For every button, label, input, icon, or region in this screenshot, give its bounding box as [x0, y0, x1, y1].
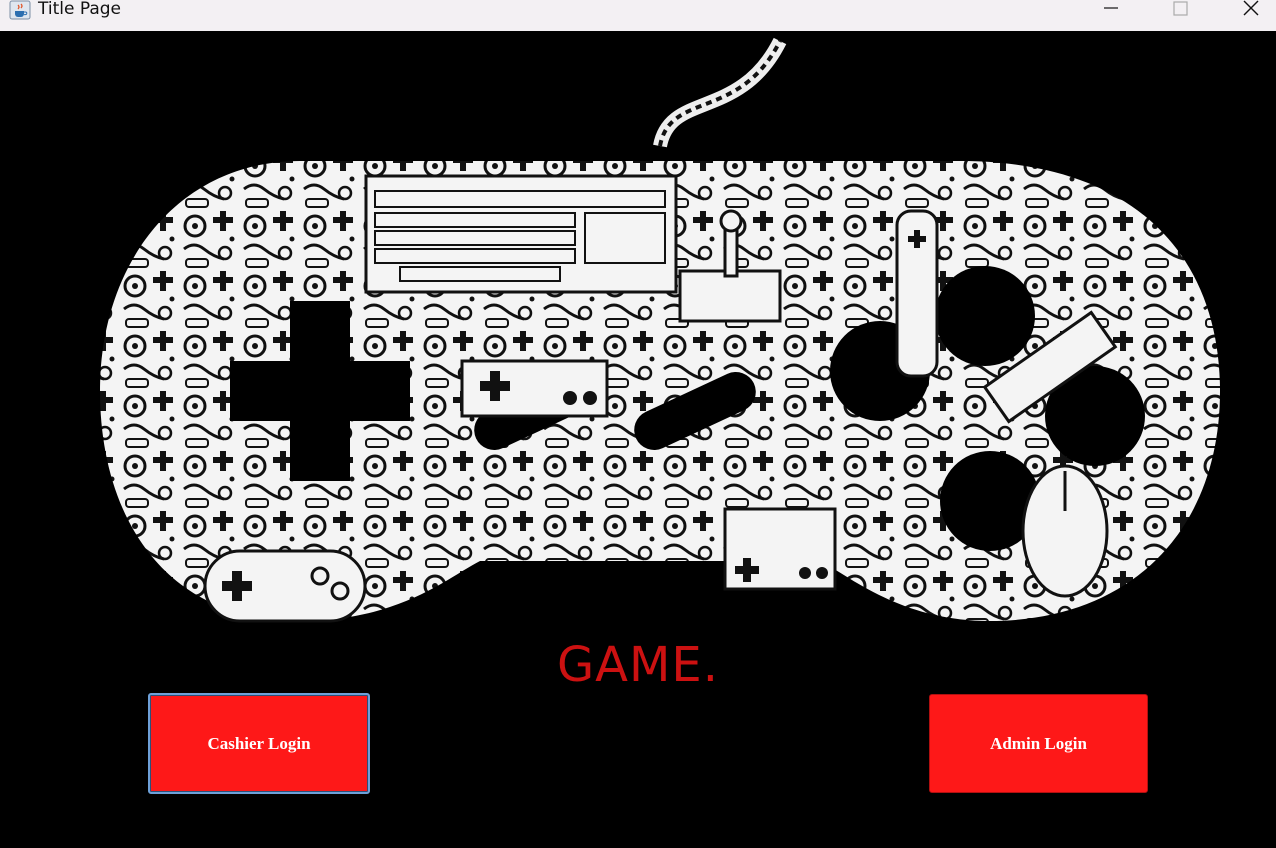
admin-login-button[interactable]: Admin Login	[929, 694, 1148, 793]
minimize-button[interactable]	[1088, 0, 1134, 20]
cashier-login-button[interactable]: Cashier Login	[148, 693, 370, 794]
title-panel: GAME. Cashier Login Admin Login	[0, 31, 1276, 848]
close-button[interactable]	[1228, 0, 1274, 20]
minimize-icon	[1104, 7, 1118, 9]
game-controller-collage-image	[100, 37, 1220, 623]
java-coffee-icon	[9, 0, 31, 20]
maximize-button[interactable]	[1157, 0, 1203, 20]
close-icon	[1243, 0, 1259, 16]
brand-title: GAME.	[556, 637, 720, 693]
maximize-icon	[1173, 1, 1188, 16]
window-title: Title Page	[38, 0, 121, 19]
window-titlebar[interactable]: Title Page	[0, 0, 1276, 31]
